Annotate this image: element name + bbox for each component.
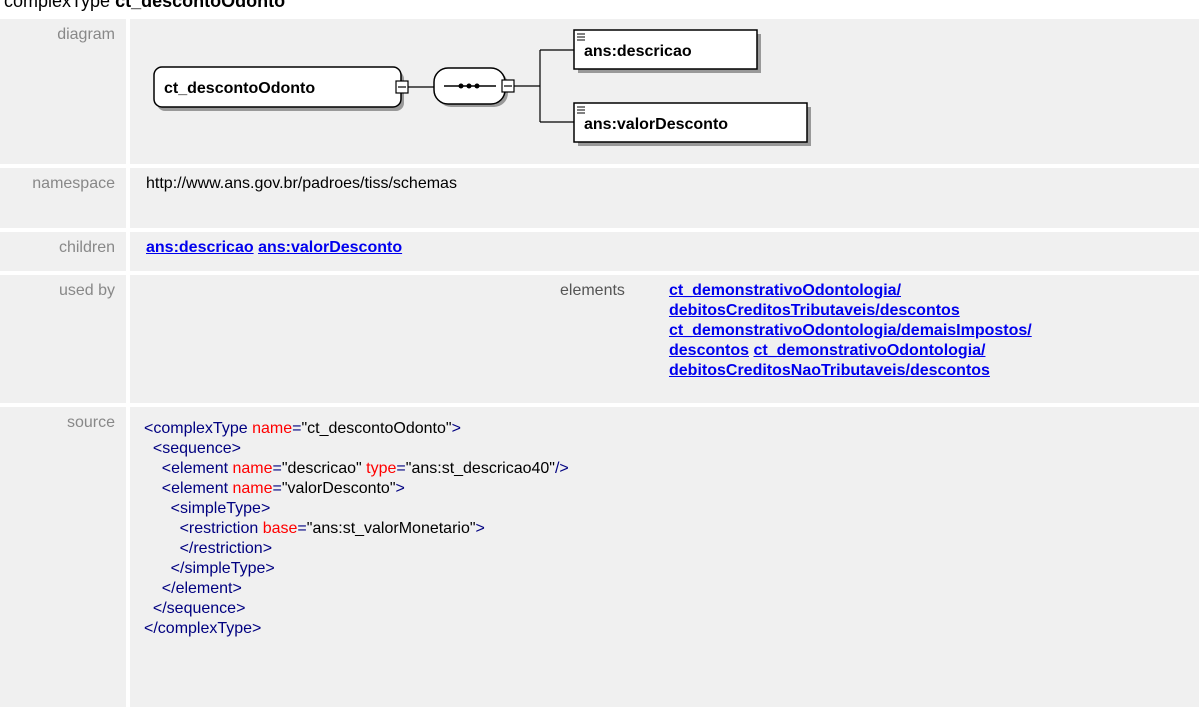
used-by-link-3-part2: debitosCreditosNaoTributaveis/descontos — [669, 362, 990, 379]
used-by-value: elements ct_demonstrativoOdontologia/deb… — [130, 275, 1199, 403]
used-by-link-2-part2: descontos — [669, 342, 750, 359]
source-line-2: <sequence> — [152, 440, 241, 457]
source-row: source <complexType name="ct_descontoOdo… — [0, 407, 1199, 707]
source-label: source — [0, 407, 126, 707]
namespace-value: http://www.ans.gov.br/padroes/tiss/schem… — [130, 168, 1199, 228]
children-label: children — [0, 232, 126, 271]
source-line-10: </sequence> — [152, 600, 246, 617]
used-by-link-2-part1: ct_demonstrativoOdontologia/demaisImpost… — [669, 322, 1032, 339]
child-box-2-label: ans:valorDesconto — [584, 116, 728, 133]
source-line-7: </restriction> — [179, 540, 273, 557]
source-line-9: </element> — [161, 580, 242, 597]
used-by-links: ct_demonstrativoOdontologia/debitosCredi… — [669, 281, 1169, 381]
source-line-4: <element name="valorDesconto"> — [161, 480, 405, 497]
used-by-kind: elements — [560, 282, 625, 299]
children-row: children ans:descricao ans:valorDesconto — [0, 232, 1199, 271]
source-line-3: <element name="descricao" type="ans:st_d… — [161, 460, 569, 477]
source-line-1: <complexType name="ct_descontoOdonto"> — [144, 420, 461, 437]
used-by-link-1[interactable]: ct_demonstrativoOdontologia/debitosCredi… — [669, 282, 960, 319]
page-heading: complexType ct_descontoOdonto — [4, 0, 285, 11]
source-line-6: <restriction base="ans:st_valorMonetario… — [179, 520, 485, 537]
used-by-link-1-part2: debitosCreditosTributaveis/descontos — [669, 302, 960, 319]
source-line-5: <simpleType> — [170, 500, 271, 517]
source-line-8: </simpleType> — [170, 560, 275, 577]
diagram-row: diagram ct_descontoOdonto ans:descricao … — [0, 19, 1199, 164]
source-line-11: </complexType> — [144, 620, 262, 637]
child-box-1-label: ans:descricao — [584, 43, 692, 60]
used-by-label: used by — [0, 275, 126, 403]
diagram-cell: ct_descontoOdonto ans:descricao ans:valo… — [130, 19, 1199, 164]
used-by-link-1-part1: ct_demonstrativoOdontologia/ — [669, 282, 902, 299]
type-box-label: ct_descontoOdonto — [164, 80, 315, 97]
heading-prefix: complexType — [4, 0, 111, 11]
schema-diagram: ct_descontoOdonto ans:descricao ans:valo… — [153, 29, 811, 146]
children-value: ans:descricao ans:valorDesconto — [130, 232, 1199, 271]
namespace-label-text: namespace — [32, 175, 115, 192]
documentation-table: diagram ct_descontoOdonto ans:descricao … — [0, 19, 1199, 711]
used-by-row: used by elements ct_demonstrativoOdontol… — [0, 275, 1199, 403]
child-link-descricao[interactable]: ans:descricao — [146, 239, 254, 256]
used-by-link-3-part1: ct_demonstrativoOdontologia/ — [753, 342, 986, 359]
diagram-label: diagram — [0, 19, 126, 164]
heading-name: ct_descontoOdonto — [115, 0, 286, 11]
namespace-row: namespace http://www.ans.gov.br/padroes/… — [0, 168, 1199, 228]
source-code: <complexType name="ct_descontoOdonto"> <… — [130, 407, 1199, 707]
namespace-label: namespace — [0, 168, 126, 228]
child-link-valorDesconto[interactable]: ans:valorDesconto — [258, 239, 402, 256]
